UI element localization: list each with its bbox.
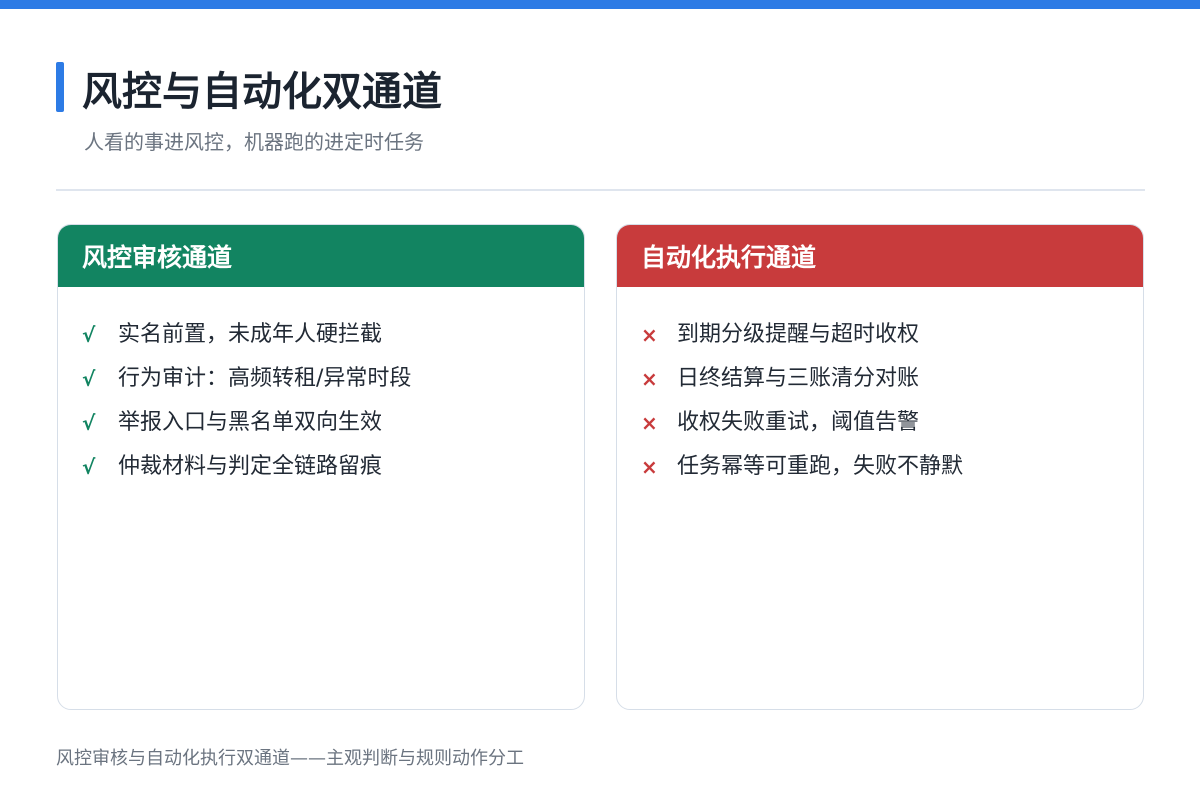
page-subtitle: 人看的事进风控，机器跑的进定时任务	[84, 130, 424, 154]
risk-review-panel-title: 风控审核通道	[82, 243, 233, 272]
page-title: 风控与自动化双通道	[82, 69, 442, 115]
list-item: × 日终结算与三账清分对账	[617, 357, 1143, 401]
list-item-text: 收权失败重试，阈值告警	[677, 410, 920, 435]
check-icon: √	[82, 323, 96, 347]
top-accent-bar	[0, 0, 1200, 9]
list-item-text: 实名前置，未成年人硬拦截	[118, 322, 383, 347]
automation-list: × 到期分级提醒与超时收权 × 日终结算与三账清分对账 × 收权失败重试，阈值告…	[617, 287, 1143, 489]
list-item-text: 日终结算与三账清分对账	[677, 366, 920, 391]
footer-caption: 风控审核与自动化执行双通道——主观判断与规则动作分工	[56, 748, 524, 769]
header-divider	[56, 189, 1145, 191]
cross-icon: ×	[641, 323, 658, 347]
list-item: √ 仲裁材料与判定全链路留痕	[58, 445, 584, 489]
list-item: × 到期分级提醒与超时收权	[617, 313, 1143, 357]
title-accent-bar	[56, 62, 64, 112]
list-item: √ 举报入口与黑名单双向生效	[58, 401, 584, 445]
list-item-text: 举报入口与黑名单双向生效	[118, 410, 383, 435]
list-item-text: 到期分级提醒与超时收权	[677, 322, 920, 347]
risk-review-panel-header: 风控审核通道	[58, 225, 584, 287]
risk-review-list: √ 实名前置，未成年人硬拦截 √ 行为审计：高频转租/异常时段 √ 举报入口与黑…	[58, 287, 584, 489]
cross-icon: ×	[641, 455, 658, 479]
list-item: √ 实名前置，未成年人硬拦截	[58, 313, 584, 357]
check-icon: √	[82, 367, 96, 391]
list-item-text: 任务幂等可重跑，失败不静默	[677, 454, 964, 479]
check-icon: √	[82, 411, 96, 435]
automation-panel-header: 自动化执行通道	[617, 225, 1143, 287]
list-item-text: 仲裁材料与判定全链路留痕	[118, 454, 383, 479]
automation-panel: 自动化执行通道 × 到期分级提醒与超时收权 × 日终结算与三账清分对账 × 收权…	[616, 224, 1144, 710]
cross-icon: ×	[641, 411, 658, 435]
automation-panel-title: 自动化执行通道	[641, 243, 817, 272]
slide-page: 风控与自动化双通道 人看的事进风控，机器跑的进定时任务 风控审核通道 √ 实名前…	[0, 0, 1200, 800]
list-item: × 任务幂等可重跑，失败不静默	[617, 445, 1143, 489]
list-item: √ 行为审计：高频转租/异常时段	[58, 357, 584, 401]
cross-icon: ×	[641, 367, 658, 391]
risk-review-panel: 风控审核通道 √ 实名前置，未成年人硬拦截 √ 行为审计：高频转租/异常时段 √…	[57, 224, 585, 710]
list-item-text: 行为审计：高频转租/异常时段	[118, 366, 412, 391]
list-item: × 收权失败重试，阈值告警	[617, 401, 1143, 445]
check-icon: √	[82, 455, 96, 479]
